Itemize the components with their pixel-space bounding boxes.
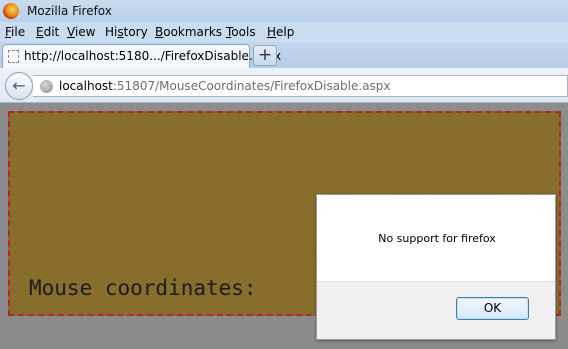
- url-path: :51807/MouseCoordinates/FirefoxDisable.a…: [112, 79, 391, 93]
- menu-bookmarks-accesskey: B: [155, 25, 164, 39]
- menu-bookmarks-label: ookmarks: [163, 25, 223, 39]
- menu-file-label: ile: [11, 25, 26, 39]
- window-title: Mozilla Firefox: [27, 4, 112, 18]
- back-button[interactable]: ←: [5, 72, 33, 100]
- menu-file[interactable]: File: [5, 25, 25, 39]
- menu-edit-accesskey: E: [36, 25, 44, 39]
- back-arrow-icon: ←: [12, 76, 26, 95]
- ok-button[interactable]: OK: [456, 297, 529, 320]
- page-icon: [8, 50, 19, 63]
- menu-view-label: iew: [74, 25, 96, 39]
- tab-title: http://localhost:5180.../FirefoxDisable.…: [24, 49, 282, 63]
- menu-tools-label: ools: [231, 25, 256, 39]
- menu-help[interactable]: Help: [267, 25, 294, 39]
- menu-view[interactable]: View: [67, 25, 95, 39]
- menu-history[interactable]: History: [105, 25, 148, 39]
- menu-bookmarks[interactable]: Bookmarks: [155, 25, 222, 39]
- menu-edit[interactable]: Edit: [36, 25, 59, 39]
- mouse-coordinates-label: Mouse coordinates:: [29, 276, 257, 300]
- title-bar: Mozilla Firefox: [0, 0, 568, 22]
- alert-dialog: No support for firefox OK: [316, 194, 556, 340]
- navigation-bar: localhost:51807/MouseCoordinates/Firefox…: [0, 68, 568, 103]
- browser-tab[interactable]: http://localhost:5180.../FirefoxDisable.…: [2, 44, 281, 68]
- url-host: localhost: [59, 79, 113, 93]
- url-text: localhost:51807/MouseCoordinates/Firefox…: [59, 79, 391, 93]
- alert-footer: OK: [317, 281, 555, 339]
- url-bar[interactable]: localhost:51807/MouseCoordinates/Firefox…: [33, 75, 568, 97]
- menu-edit-label: dit: [43, 25, 60, 39]
- alert-message: No support for firefox: [378, 232, 496, 245]
- menu-help-label: elp: [276, 25, 295, 39]
- new-tab-button[interactable]: +: [253, 45, 277, 66]
- globe-icon: [40, 80, 53, 93]
- menu-history-label-start: Hi: [105, 25, 118, 39]
- menu-help-accesskey: H: [267, 25, 277, 39]
- menu-history-label-end: tory: [123, 25, 148, 39]
- menu-view-accesskey: V: [67, 25, 75, 39]
- firefox-icon[interactable]: [3, 3, 19, 19]
- menu-bar: File Edit View History Bookmarks Tools H…: [0, 22, 568, 42]
- tab-strip: http://localhost:5180.../FirefoxDisable.…: [0, 42, 568, 68]
- menu-tools[interactable]: Tools: [226, 25, 256, 39]
